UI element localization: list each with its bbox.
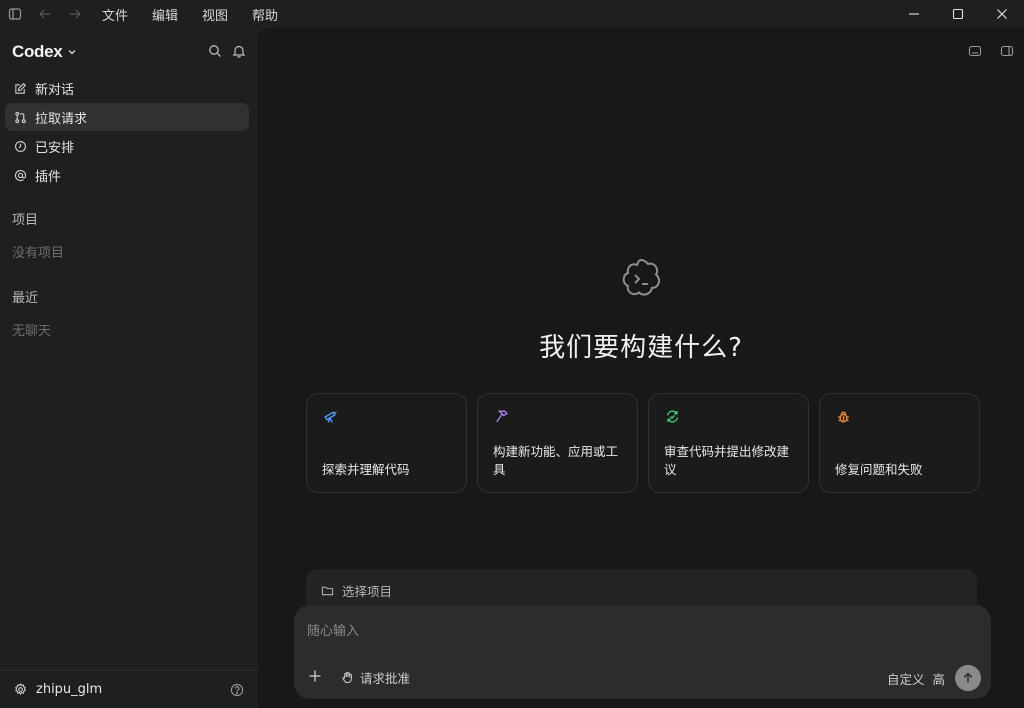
sidebar-footer: zhipu_glm xyxy=(0,670,258,708)
menu-view[interactable]: 视图 xyxy=(202,5,228,24)
folder-icon xyxy=(321,584,334,597)
side-panel-icon[interactable] xyxy=(1000,44,1014,58)
sidebar-item-pull-requests[interactable]: 拉取请求 xyxy=(5,103,249,131)
menu-help[interactable]: 帮助 xyxy=(252,5,278,24)
pull-request-icon xyxy=(13,110,27,124)
telescope-icon xyxy=(323,409,338,424)
at-icon xyxy=(13,168,27,182)
send-button[interactable] xyxy=(955,665,981,691)
help-icon[interactable] xyxy=(230,683,244,697)
bug-icon xyxy=(836,409,851,424)
arrow-up-icon xyxy=(963,672,973,683)
settings-gear-icon[interactable] xyxy=(14,683,27,696)
project-select-label: 选择项目 xyxy=(342,584,393,599)
clock-icon xyxy=(13,139,27,153)
suggestion-card-label: 探索并理解代码 xyxy=(322,462,410,477)
sidebar-item-label: 插件 xyxy=(35,169,62,185)
suggestion-card-label: 修复问题和失败 xyxy=(835,462,923,477)
main-pane: 我们要构建什么? 探索并理解代码 构建新功能、应用或工具 审查代码并提出修改建议… xyxy=(258,28,1024,708)
brand-name: Codex xyxy=(12,42,63,61)
plus-icon[interactable] xyxy=(308,669,322,683)
terminal-panel-icon[interactable] xyxy=(968,44,982,58)
hand-icon xyxy=(341,671,354,684)
sidebar-actions xyxy=(208,44,246,58)
menu-bar: 文件 编辑 视图 帮助 xyxy=(102,5,302,24)
menu-edit[interactable]: 编辑 xyxy=(152,5,178,24)
back-arrow-icon[interactable] xyxy=(30,0,60,28)
sidebar-item-new-chat[interactable]: 新对话 xyxy=(5,74,249,102)
suggestion-card-explore[interactable]: 探索并理解代码 xyxy=(306,393,467,493)
projects-heading: 项目 xyxy=(12,213,39,228)
bell-icon[interactable] xyxy=(232,44,246,58)
suggestion-card-build[interactable]: 构建新功能、应用或工具 xyxy=(477,393,638,493)
composer-options: 自定义 高 xyxy=(887,665,981,691)
review-icon xyxy=(665,409,680,424)
workspace-switcher[interactable]: Codex xyxy=(12,42,77,62)
menu-file[interactable]: 文件 xyxy=(102,5,128,24)
sidebar-toggle-icon[interactable] xyxy=(0,0,30,28)
composer: 随心输入 请求批准 自定义 高 xyxy=(294,605,991,699)
sidebar-nav: 新对话 拉取请求 已安排 插件 xyxy=(5,74,249,190)
forward-arrow-icon[interactable] xyxy=(60,0,90,28)
username[interactable]: zhipu_glm xyxy=(36,682,102,697)
sidebar-item-plugins[interactable]: 插件 xyxy=(5,161,249,189)
mode-selector[interactable]: 自定义 xyxy=(887,669,925,688)
suggestion-card-label: 审查代码并提出修改建议 xyxy=(664,444,790,477)
edit-icon xyxy=(13,81,27,95)
composer-input[interactable]: 随心输入 xyxy=(307,620,359,639)
recent-empty-text: 无聊天 xyxy=(12,324,52,339)
recent-heading: 最近 xyxy=(12,291,39,306)
search-icon[interactable] xyxy=(208,44,222,58)
request-approval-button[interactable]: 请求批准 xyxy=(341,668,410,687)
sidebar-item-label: 拉取请求 xyxy=(35,111,88,127)
suggestion-cards: 探索并理解代码 构建新功能、应用或工具 审查代码并提出修改建议 修复问题和失败 xyxy=(306,393,980,493)
sidebar-item-label: 已安排 xyxy=(35,140,75,156)
suggestion-card-fix[interactable]: 修复问题和失败 xyxy=(819,393,980,493)
suggestion-card-label: 构建新功能、应用或工具 xyxy=(493,444,619,477)
suggestion-card-review[interactable]: 审查代码并提出修改建议 xyxy=(648,393,809,493)
projects-empty-text: 没有项目 xyxy=(12,246,65,261)
title-bar: 文件 编辑 视图 帮助 xyxy=(0,0,1024,28)
maximize-icon[interactable] xyxy=(936,0,980,28)
sidebar-item-label: 新对话 xyxy=(35,82,75,98)
minimize-icon[interactable] xyxy=(892,0,936,28)
page-title: 我们要构建什么? xyxy=(539,333,743,363)
window-controls xyxy=(892,0,1024,28)
sidebar: Codex 新对话 拉取请求 已安排 插件 项目 没有项目 最近 无聊天 zhi… xyxy=(0,28,258,708)
close-icon[interactable] xyxy=(980,0,1024,28)
hammer-icon xyxy=(494,409,509,424)
request-approval-label: 请求批准 xyxy=(360,671,411,686)
project-select: 选择项目 xyxy=(321,581,392,600)
chevron-down-icon xyxy=(67,47,77,57)
level-selector[interactable]: 高 xyxy=(932,669,945,688)
codex-logo-icon xyxy=(618,256,664,302)
main-toolbar xyxy=(968,44,1014,58)
sidebar-item-scheduled[interactable]: 已安排 xyxy=(5,132,249,160)
